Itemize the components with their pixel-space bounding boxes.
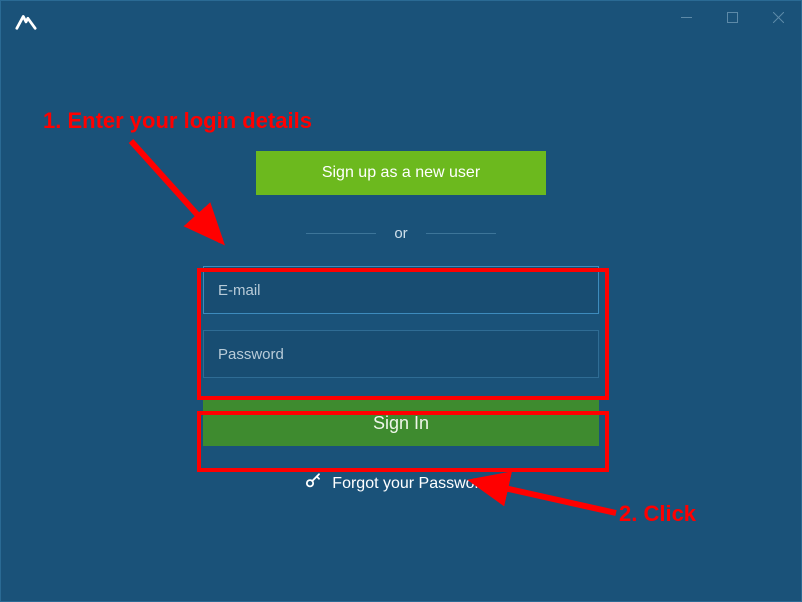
divider: or [288,225,513,242]
maximize-button[interactable] [709,1,755,33]
annotation-step1-text: 1. Enter your login details [43,108,363,134]
login-form: Sign up as a new user or Sign In Forgot … [201,151,601,495]
key-icon [304,472,322,495]
annotation-step2-text: 2. Click [619,501,696,527]
forgot-password-label: Forgot your Password? [332,475,497,493]
title-bar [1,1,801,41]
minimize-button[interactable] [663,1,709,33]
app-logo-icon [15,10,37,32]
divider-line-left [306,233,376,234]
password-field[interactable] [203,330,599,378]
email-field[interactable] [203,266,599,314]
forgot-password-link[interactable]: Forgot your Password? [304,472,497,495]
divider-label: or [394,225,407,242]
signup-button[interactable]: Sign up as a new user [256,151,546,195]
close-button[interactable] [755,1,801,33]
divider-line-right [426,233,496,234]
signin-button[interactable]: Sign In [203,400,599,446]
window-controls [663,1,801,33]
